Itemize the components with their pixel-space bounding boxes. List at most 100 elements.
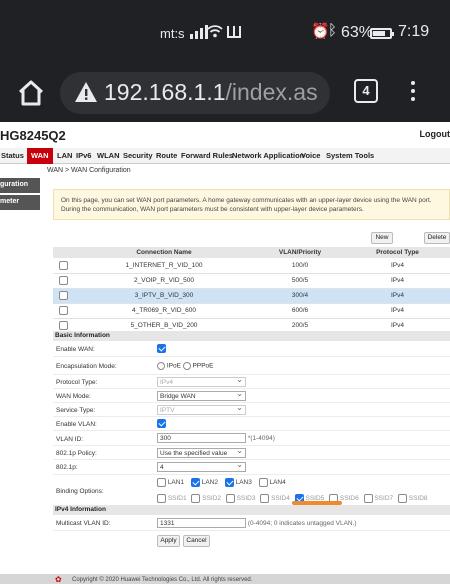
form-row-wan-mode: WAN Mode: Bridge WAN <box>53 389 450 403</box>
ssid8-checkbox[interactable] <box>397 494 407 503</box>
form-row-enable-vlan: Enable VLAN: <box>53 417 450 431</box>
lan4-checkbox[interactable] <box>258 478 268 487</box>
multicast-vlan-hint: (0-4094; 0 indicates untagged VLAN.) <box>247 520 357 527</box>
nav-wan[interactable]: WAN <box>27 148 53 164</box>
ssid8-label: SSID8 <box>408 495 428 503</box>
ssid1-label: SSID1 <box>167 495 187 503</box>
page-footer: ✿ Copyright © 2020 Huawei Technologies C… <box>0 574 450 584</box>
ssid2-checkbox[interactable] <box>191 494 201 503</box>
wan-mode-label: WAN Mode: <box>56 393 91 400</box>
service-type-select[interactable]: IPTV <box>157 403 246 415</box>
table-row[interactable]: 4_TR069_R_VID_600 600/6 IPv4 <box>53 303 450 319</box>
lan1-label: LAN1 <box>167 479 185 487</box>
enable-vlan-checkbox[interactable] <box>157 419 166 428</box>
nav-wlan[interactable]: WLAN <box>97 151 120 160</box>
ssid2-label: SSID2 <box>202 495 222 503</box>
row-vlan: 300/4 <box>255 288 345 304</box>
row-checkbox[interactable] <box>58 291 68 300</box>
device-model: HG8245Q2 <box>0 128 66 143</box>
ssid4-checkbox[interactable] <box>260 494 270 503</box>
ssid3-label: SSID3 <box>236 495 256 503</box>
lan1-checkbox[interactable] <box>157 478 166 487</box>
basic-information-header: Basic Information <box>53 331 450 341</box>
left-nav-item-parameter[interactable]: meter <box>0 195 40 210</box>
row-vlan: 100/0 <box>255 258 345 274</box>
nav-system-tools[interactable]: System Tools <box>326 151 374 160</box>
nav-route[interactable]: Route <box>156 151 177 160</box>
book-icon <box>227 26 241 38</box>
copyright-text: Copyright © 2020 Huawei Technologies Co.… <box>72 577 253 583</box>
nav-security[interactable]: Security <box>123 151 153 160</box>
url-text[interactable]: 192.168.1.1/index.as <box>104 79 318 106</box>
vlan-id-label: VLAN ID: <box>56 436 84 443</box>
enable-vlan-label: Enable VLAN: <box>56 421 97 428</box>
page-description: On this page, you can set WAN port param… <box>53 189 450 220</box>
pppoe-radio[interactable] <box>182 362 191 370</box>
delete-button[interactable]: Delete <box>424 232 450 244</box>
cancel-button[interactable]: Cancel <box>183 535 210 547</box>
row-checkbox[interactable] <box>58 321 68 330</box>
new-button[interactable]: New <box>371 232 393 244</box>
8021p-select[interactable]: 4 <box>157 460 246 472</box>
form-row-binding-options: Binding Options: LAN1 LAN2 LAN3 LAN4 SSI… <box>53 475 450 509</box>
multicast-vlan-input[interactable]: 1331 <box>157 518 246 528</box>
ipv4-information-header: IPv4 Information <box>53 505 450 515</box>
ssid7-label: SSID7 <box>374 495 394 503</box>
nav-lan[interactable]: LAN <box>57 151 72 160</box>
ipoe-radio[interactable] <box>157 362 165 370</box>
ssid3-checkbox[interactable] <box>225 494 235 503</box>
row-protocol: IPv4 <box>345 288 450 304</box>
binding-lan-group: LAN1 LAN2 LAN3 LAN4 <box>157 478 447 487</box>
tab-switcher-button[interactable]: 4 <box>354 79 378 103</box>
row-protocol: IPv4 <box>345 258 450 274</box>
logout-link[interactable]: Logout <box>420 129 450 139</box>
form-row-enable-wan: Enable WAN: <box>53 342 450 357</box>
warning-icon[interactable] <box>74 81 98 103</box>
row-checkbox[interactable] <box>58 260 68 270</box>
protocol-type-select[interactable]: IPv4 <box>157 375 246 387</box>
main-nav: Status WAN LAN IPv6 WLAN Security Route … <box>0 148 450 164</box>
browser-toolbar: 192.168.1.1/index.as 4 <box>0 66 450 122</box>
wan-mode-select[interactable]: Bridge WAN <box>157 389 246 401</box>
8021p-policy-select[interactable]: Use the specified value <box>157 446 246 458</box>
ssid1-checkbox[interactable] <box>157 494 166 503</box>
menu-icon[interactable] <box>408 78 418 108</box>
service-type-label: Service Type: <box>56 407 96 414</box>
ssid7-checkbox[interactable] <box>363 494 373 503</box>
vlan-id-hint: *(1-4094) <box>247 435 275 442</box>
pppoe-label: PPPoE <box>192 362 214 370</box>
nav-network-application[interactable]: Network Application <box>232 151 304 160</box>
nav-voice[interactable]: Voice <box>301 151 320 160</box>
apply-button[interactable]: Apply <box>157 535 180 547</box>
table-row[interactable]: 1_INTERNET_R_VID_100 100/0 IPv4 <box>53 258 450 274</box>
row-checkbox[interactable] <box>58 306 68 315</box>
table-row-selected[interactable]: 3_IPTV_B_VID_300 300/4 IPv4 <box>53 288 450 304</box>
form-row-protocol-type: Protocol Type: IPv4 <box>53 375 450 389</box>
table-row[interactable]: 2_VOIP_R_VID_500 500/5 IPv4 <box>53 273 450 289</box>
address-bar[interactable]: 192.168.1.1/index.as <box>60 72 330 114</box>
enable-wan-checkbox[interactable] <box>157 344 166 353</box>
vlan-id-input[interactable]: 300 <box>157 433 246 443</box>
multicast-vlan-label: Multicast VLAN ID: <box>56 520 111 527</box>
nav-status[interactable]: Status <box>1 151 24 160</box>
form-row-service-type: Service Type: IPTV <box>53 403 450 417</box>
row-connection-name: 1_INTERNET_R_VID_100 <box>73 258 255 274</box>
lan2-checkbox[interactable] <box>190 478 200 487</box>
form-row-8021p-policy: 802.1p Policy: Use the specified value <box>53 446 450 460</box>
nav-ipv6[interactable]: IPv6 <box>76 151 91 160</box>
lan3-checkbox[interactable] <box>224 478 234 487</box>
clock: 7:19 <box>398 23 430 40</box>
url-host: 192.168.1.1 <box>104 79 226 105</box>
ssid4-label: SSID4 <box>271 495 290 503</box>
ssid6-label: SSID6 <box>339 495 359 503</box>
left-nav-item-wan-configuration[interactable]: guration <box>0 178 40 193</box>
enable-wan-label: Enable WAN: <box>56 346 95 353</box>
url-path: /index.as <box>225 79 318 105</box>
header-connection-name: Connection Name <box>73 247 255 258</box>
row-connection-name: 4_TR069_R_VID_600 <box>73 303 255 319</box>
row-vlan: 600/6 <box>255 303 345 319</box>
nav-forward-rules[interactable]: Forward Rules <box>181 151 233 160</box>
row-checkbox[interactable] <box>58 276 68 285</box>
huawei-logo-icon: ✿ <box>55 575 62 584</box>
home-icon[interactable] <box>14 76 48 110</box>
